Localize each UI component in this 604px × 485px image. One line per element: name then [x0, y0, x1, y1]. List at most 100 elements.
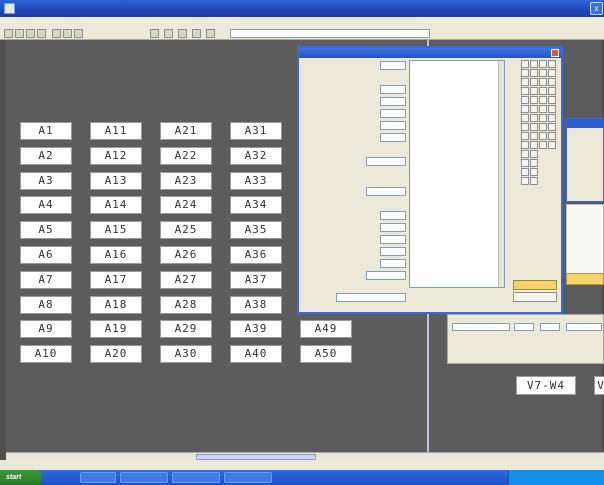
label-cell[interactable]: A39	[230, 320, 282, 339]
layout-cell-button[interactable]	[548, 87, 556, 95]
layout-cell-button[interactable]	[530, 132, 538, 140]
label-cell[interactable]: A30	[160, 345, 212, 364]
label-cell[interactable]: A10	[20, 345, 72, 364]
prop-field[interactable]	[366, 187, 406, 196]
dialog-close-button[interactable]	[551, 49, 559, 57]
layout-cell-button[interactable]	[539, 69, 547, 77]
layout-cell-button[interactable]	[530, 150, 538, 158]
label-cell[interactable]: A1	[20, 122, 72, 140]
label-cell[interactable]: A13	[90, 171, 142, 190]
layout-cell-button[interactable]	[530, 168, 538, 176]
prop-field[interactable]	[380, 259, 406, 268]
layout-cell-button[interactable]	[539, 132, 547, 140]
open-icon[interactable]	[15, 29, 24, 38]
field-combo[interactable]	[566, 323, 602, 331]
label-cell[interactable]: A2	[20, 146, 72, 165]
label-cell[interactable]: A11	[90, 122, 142, 140]
label-cell[interactable]: A7	[20, 270, 72, 289]
label-cell[interactable]: A34	[230, 196, 282, 215]
label-cell[interactable]: A16	[90, 246, 142, 264]
format-icon[interactable]	[206, 29, 215, 38]
label-cell[interactable]: A4	[20, 196, 72, 215]
label-cell[interactable]: A5	[20, 221, 72, 240]
listbox-scrollbar[interactable]	[498, 61, 504, 287]
label-cell[interactable]: A29	[160, 320, 212, 339]
layout-cell-button[interactable]	[530, 69, 538, 77]
prop-field[interactable]	[380, 133, 406, 142]
prop-field[interactable]	[380, 211, 406, 220]
layout-cell-button[interactable]	[548, 78, 556, 86]
label-cell[interactable]: A17	[90, 270, 142, 289]
layout-cell-button[interactable]	[539, 114, 547, 122]
layout-cell-button[interactable]	[530, 96, 538, 104]
label-cell[interactable]: A49	[300, 320, 352, 339]
label-cell[interactable]: A33	[230, 171, 282, 190]
layout-cell-button[interactable]	[530, 105, 538, 113]
label-cell[interactable]: A22	[160, 146, 212, 165]
layout-cell-button[interactable]	[539, 105, 547, 113]
label-cell[interactable]: A15	[90, 221, 142, 240]
highlight-bar[interactable]	[566, 273, 604, 285]
prop-field[interactable]	[380, 235, 406, 244]
close-button[interactable]: x	[590, 2, 603, 15]
ok-button[interactable]	[513, 280, 557, 290]
layout-cell-button[interactable]	[521, 159, 529, 167]
field-combo[interactable]	[452, 323, 510, 331]
layout-cell-button[interactable]	[521, 78, 529, 86]
tag-cell[interactable]: V7-W4	[516, 376, 576, 395]
prop-field[interactable]	[336, 293, 406, 302]
layout-cell-button[interactable]	[539, 141, 547, 149]
label-cell[interactable]: A8	[20, 295, 72, 314]
label-cell[interactable]: A37	[230, 270, 282, 289]
label-cell[interactable]: A9	[20, 320, 72, 339]
layout-cell-button[interactable]	[521, 141, 529, 149]
layout-cell-button[interactable]	[548, 141, 556, 149]
layout-cell-button[interactable]	[539, 87, 547, 95]
align-icon[interactable]	[192, 29, 201, 38]
layout-cell-button[interactable]	[539, 123, 547, 131]
cancel-button[interactable]	[513, 292, 557, 302]
label-cell[interactable]: A40	[230, 345, 282, 364]
zoom-icon[interactable]	[150, 29, 159, 38]
prop-select[interactable]	[366, 271, 406, 280]
layout-cell-button[interactable]	[521, 177, 529, 185]
prop-select[interactable]	[366, 157, 406, 166]
paste-icon[interactable]	[74, 29, 83, 38]
label-cell[interactable]: A50	[300, 345, 352, 364]
label-cell[interactable]: A21	[160, 122, 212, 140]
prop-field[interactable]	[380, 109, 406, 118]
copy-icon[interactable]	[63, 29, 72, 38]
list-item[interactable]	[410, 280, 504, 284]
prop-field[interactable]	[380, 97, 406, 106]
start-button[interactable]: start	[0, 470, 42, 485]
layout-cell-button[interactable]	[521, 168, 529, 176]
item-listbox[interactable]	[409, 60, 505, 288]
layout-cell-button[interactable]	[521, 87, 529, 95]
horizontal-scrollbar[interactable]	[6, 452, 604, 460]
layout-cell-button[interactable]	[521, 96, 529, 104]
layout-cell-button[interactable]	[530, 123, 538, 131]
layout-cell-button[interactable]	[521, 150, 529, 158]
label-cell[interactable]: A24	[160, 196, 212, 215]
layout-cell-button[interactable]	[521, 105, 529, 113]
print-icon[interactable]	[37, 29, 46, 38]
label-cell[interactable]: A12	[90, 146, 142, 165]
label-cell[interactable]: A28	[160, 295, 212, 314]
layout-cell-button[interactable]	[548, 105, 556, 113]
save-icon[interactable]	[26, 29, 35, 38]
label-cell[interactable]: A35	[230, 221, 282, 240]
label-cell[interactable]: A27	[160, 270, 212, 289]
label-cell[interactable]: A3	[20, 171, 72, 190]
label-cell[interactable]: A19	[90, 320, 142, 339]
layout-cell-button[interactable]	[530, 159, 538, 167]
layout-cell-button[interactable]	[530, 78, 538, 86]
layout-cell-button[interactable]	[539, 96, 547, 104]
label-cell[interactable]: A25	[160, 221, 212, 240]
layout-cell-button[interactable]	[521, 60, 529, 68]
label-cell[interactable]: A6	[20, 246, 72, 264]
label-cell[interactable]: A23	[160, 171, 212, 190]
layout-cell-button[interactable]	[530, 60, 538, 68]
font-icon[interactable]	[178, 29, 187, 38]
address-combo[interactable]	[230, 29, 430, 38]
prop-field[interactable]	[380, 85, 406, 94]
